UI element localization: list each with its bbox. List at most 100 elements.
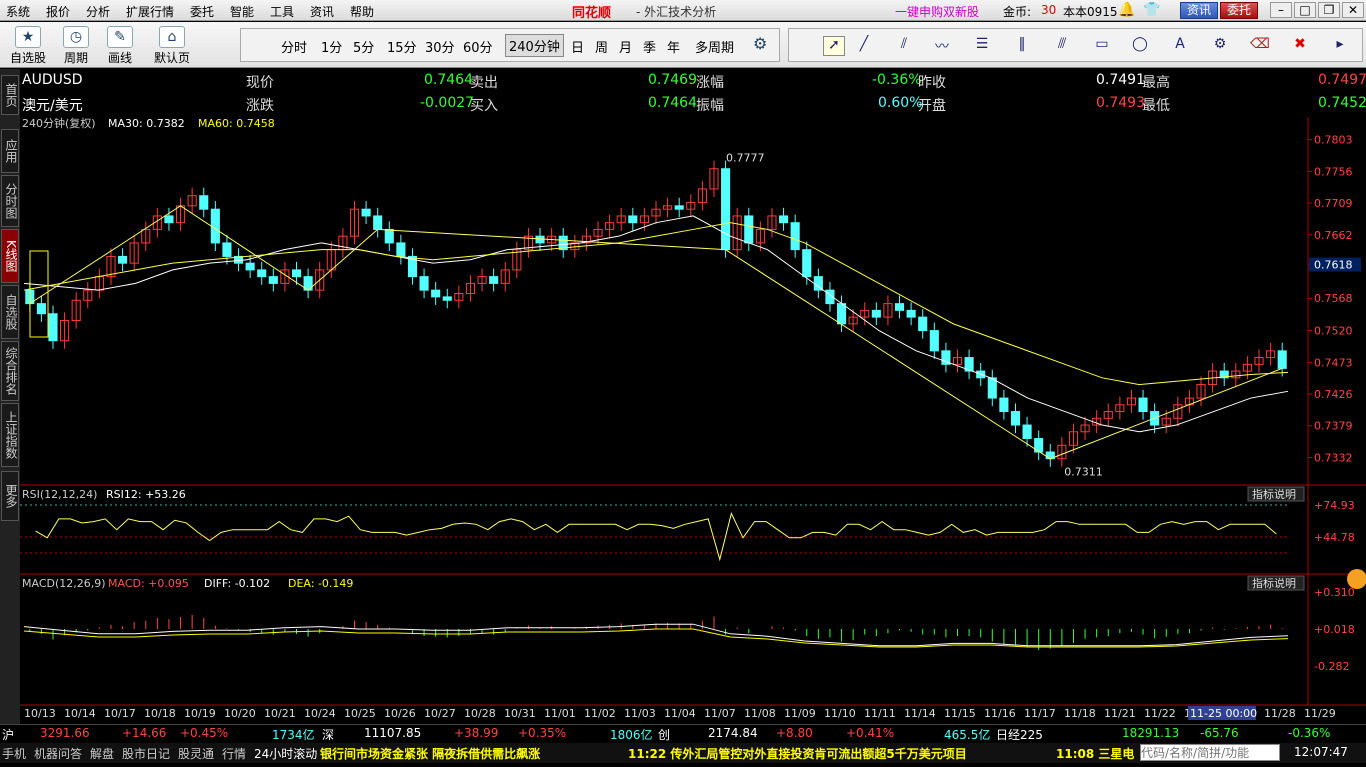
settings-gear-icon[interactable]: ⚙ — [753, 34, 767, 53]
period-tab-active[interactable]: 240分钟 — [505, 34, 564, 57]
bars-icon[interactable]: ‖ — [1011, 36, 1033, 56]
status-bar: 沪 3291.66 +14.66 +0.45% 1734亿 深 11107.85… — [0, 724, 1366, 767]
toolbar: ★ 自选股 ◷ 周期 ✎ 画线 ⌂ 默认页 分时 1分 5分 15分 30分 60分 2… — [0, 22, 1366, 68]
watchlist-tool[interactable]: ★ 自选股 — [6, 24, 50, 66]
price-tick-label: 0.7803 — [1314, 134, 1353, 147]
news-button[interactable]: 资讯 — [1180, 2, 1219, 19]
close-icon[interactable]: ✕ — [1342, 2, 1364, 18]
menu-help[interactable]: 帮助 — [350, 3, 374, 20]
line-icon[interactable]: ╱ — [853, 36, 875, 56]
draw-tool[interactable]: ✎ 画线 — [98, 24, 142, 66]
news-item[interactable]: 11:22 传外汇局管控对外直接投资肯可流出额超5千万美元项目 — [628, 745, 967, 762]
ipo-promo-link[interactable]: 一键申购双新股 — [895, 3, 979, 20]
candle-body — [48, 313, 58, 342]
menu-news[interactable]: 资讯 — [310, 3, 334, 20]
candle-body — [361, 208, 371, 217]
maximize-icon[interactable]: □ — [1294, 2, 1316, 18]
parallel-line-icon[interactable]: ⫽ — [893, 36, 915, 56]
period-tab[interactable]: 1分 — [321, 37, 342, 56]
circle-icon[interactable]: ◯ — [1129, 36, 1151, 56]
search-input[interactable] — [1140, 744, 1280, 761]
time-tick-label: 10/14 — [64, 707, 96, 720]
candle-body — [1010, 411, 1021, 426]
candle-body — [1138, 397, 1148, 413]
default-page-tool[interactable]: ⌂ 默认页 — [150, 24, 194, 66]
delete-icon[interactable]: ✖ — [1289, 36, 1311, 56]
tab-qa[interactable]: 机器问答 — [34, 745, 82, 762]
sidebar-item-ranking[interactable]: 综合排名 — [1, 341, 19, 401]
news-item[interactable]: 银行间市场资金紧张 隔夜拆借供需比飙涨 — [320, 745, 540, 762]
sidebar-item-apps[interactable]: 应用 — [1, 129, 19, 173]
sell-value: 0.7469 — [648, 72, 697, 88]
candle-body — [906, 309, 916, 318]
rj-label: 日经225 — [996, 728, 1043, 742]
channel-icon[interactable]: ⫻ — [1051, 36, 1073, 56]
period-tab[interactable]: 周 — [595, 37, 608, 56]
current-value: 0.7464 — [424, 72, 473, 88]
sidebar-item-more[interactable]: 更多 — [1, 471, 19, 521]
sidebar-item-timeshare[interactable]: 分时图 — [1, 175, 19, 227]
pct-value: -0.36% — [872, 72, 922, 88]
menu-quote[interactable]: 报价 — [46, 3, 70, 20]
tab-stock-spirit[interactable]: 股灵通 — [178, 745, 214, 762]
minimize-icon[interactable]: – — [1270, 2, 1292, 18]
time-tick-label: 10/18 — [144, 707, 176, 720]
period-tab[interactable]: 分时 — [281, 37, 307, 56]
period-tab[interactable]: 季 — [643, 37, 656, 56]
tab-24h-scroll[interactable]: 24小时滚动 — [254, 745, 317, 762]
text-icon[interactable]: A — [1169, 36, 1191, 56]
macd-tick-label: +0.310 — [1314, 586, 1355, 599]
tab-analysis[interactable]: 解盘 — [90, 745, 114, 762]
tab-mobile[interactable]: 手机 — [2, 745, 26, 762]
menu-smart[interactable]: 智能 — [230, 3, 254, 20]
period-tab[interactable]: 5分 — [353, 37, 374, 56]
trade-button[interactable]: 委托 — [1220, 2, 1259, 19]
cy-volume: 465.5亿 — [944, 728, 991, 742]
news-item[interactable]: 11:08 三星电 — [1056, 745, 1134, 762]
version-label: 本本0915 — [1063, 5, 1118, 19]
default-page-label: 默认页 — [153, 51, 190, 65]
menu-tools[interactable]: 工具 — [270, 3, 294, 20]
candle-body — [836, 303, 847, 325]
cursor-icon[interactable]: ➚ — [823, 36, 845, 56]
cycle-icon: ◷ — [63, 26, 89, 48]
gear-icon[interactable]: ⚙ — [1209, 36, 1231, 56]
time-tick-label: 11/16 — [984, 707, 1016, 720]
sidebar-item-shindex[interactable]: 上证指数 — [1, 403, 19, 467]
time-tick-label: 10/31 — [504, 707, 536, 720]
sidebar-item-home[interactable]: 首页 — [1, 75, 19, 115]
period-tab[interactable]: 年 — [667, 37, 680, 56]
prevclose-value: 0.7491 — [1096, 72, 1145, 88]
menu-system[interactable]: 系统 — [6, 3, 30, 20]
menu-extended[interactable]: 扩展行情 — [126, 3, 174, 20]
current-price-label: 0.7618 — [1314, 259, 1353, 272]
sh-volume: 1734亿 — [272, 728, 315, 742]
fib-icon[interactable]: ☰ — [971, 36, 993, 56]
wave-icon[interactable]: 〰 — [931, 36, 953, 56]
cycle-tool[interactable]: ◷ 周期 — [54, 24, 98, 66]
clock: 12:07:47 — [1294, 745, 1348, 759]
more-icon[interactable]: ▸ — [1329, 36, 1351, 56]
sidebar-item-watchlist[interactable]: 自选股 — [1, 285, 19, 339]
menu-trade[interactable]: 委托 — [190, 3, 214, 20]
open-label: 开盘 — [918, 98, 946, 114]
period-tab[interactable]: 日 — [571, 37, 584, 56]
eraser-icon[interactable]: ⌫ — [1249, 36, 1271, 56]
kline-chart[interactable]: 240分钟(复权) MA30: 0.7382 MA60: 0.7458 0.77… — [20, 117, 1366, 721]
period-tab[interactable]: 月 — [619, 37, 632, 56]
restore-icon[interactable]: ❐ — [1318, 2, 1340, 18]
rectangle-icon[interactable]: ▭ — [1091, 36, 1113, 56]
period-tab[interactable]: 30分 — [425, 37, 455, 56]
high-value: 0.7497 — [1318, 72, 1366, 88]
period-tab[interactable]: 60分 — [463, 37, 493, 56]
tab-quote[interactable]: 行情 — [222, 745, 246, 762]
menu-analysis[interactable]: 分析 — [86, 3, 110, 20]
sidebar-item-kline[interactable]: K线图 — [1, 229, 19, 283]
tab-diary[interactable]: 股市日记 — [122, 745, 170, 762]
period-tab[interactable]: 多周期 — [695, 37, 734, 56]
time-tick-label: 10/28 — [464, 707, 496, 720]
shirt-icon[interactable]: 👕 — [1143, 2, 1160, 18]
candle-body — [999, 397, 1009, 413]
bell-icon[interactable]: 🔔 — [1118, 2, 1135, 18]
period-tab[interactable]: 15分 — [387, 37, 417, 56]
